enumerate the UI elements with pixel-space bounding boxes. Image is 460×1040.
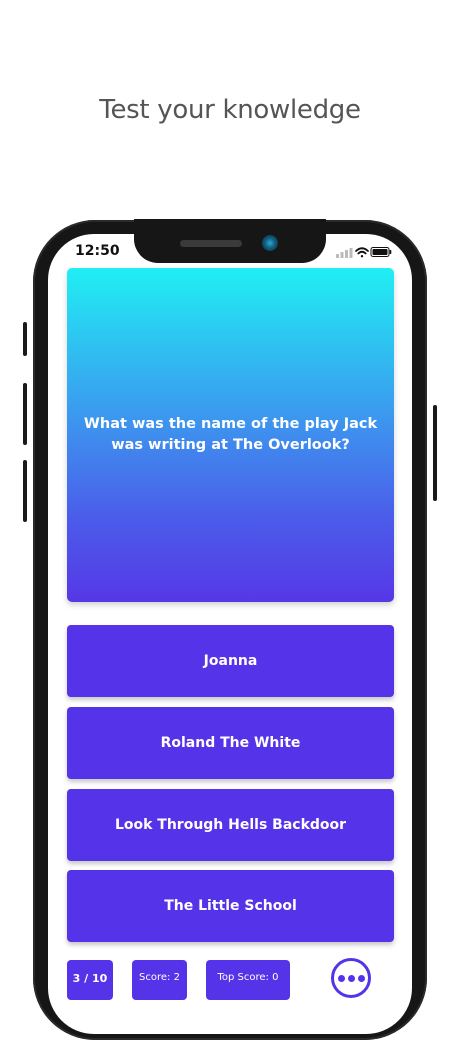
question-text: What was the name of the play Jack was w… xyxy=(83,416,378,453)
top-score-badge: Top Score: 0 xyxy=(206,960,290,1000)
status-time: 12:50 xyxy=(75,243,120,259)
power-button xyxy=(433,405,437,501)
answer-button[interactable]: Roland The White xyxy=(67,707,394,779)
front-camera xyxy=(262,235,278,251)
volume-down-button xyxy=(23,460,27,522)
answer-button[interactable]: Joanna xyxy=(67,625,394,697)
volume-up-button xyxy=(23,383,27,445)
question-card: What was the name of the play Jack was w… xyxy=(67,268,394,602)
cellular-signal-icon xyxy=(336,248,353,258)
wifi-icon xyxy=(355,247,369,258)
progress-indicator: 3 / 10 xyxy=(67,960,113,1000)
headline: Test your knowledge xyxy=(99,95,361,125)
score-badge: Score: 2 xyxy=(132,960,187,1000)
more-dots-icon xyxy=(337,974,345,982)
more-dots-icon xyxy=(357,974,365,982)
mute-switch xyxy=(23,322,27,356)
more-dots-icon xyxy=(347,974,355,982)
status-icons xyxy=(336,247,392,258)
speaker-grille xyxy=(180,240,242,247)
more-menu-button[interactable] xyxy=(331,958,371,998)
battery-icon xyxy=(370,247,392,257)
answer-button[interactable]: The Little School xyxy=(67,870,394,942)
answer-button[interactable]: Look Through Hells Backdoor xyxy=(67,789,394,861)
